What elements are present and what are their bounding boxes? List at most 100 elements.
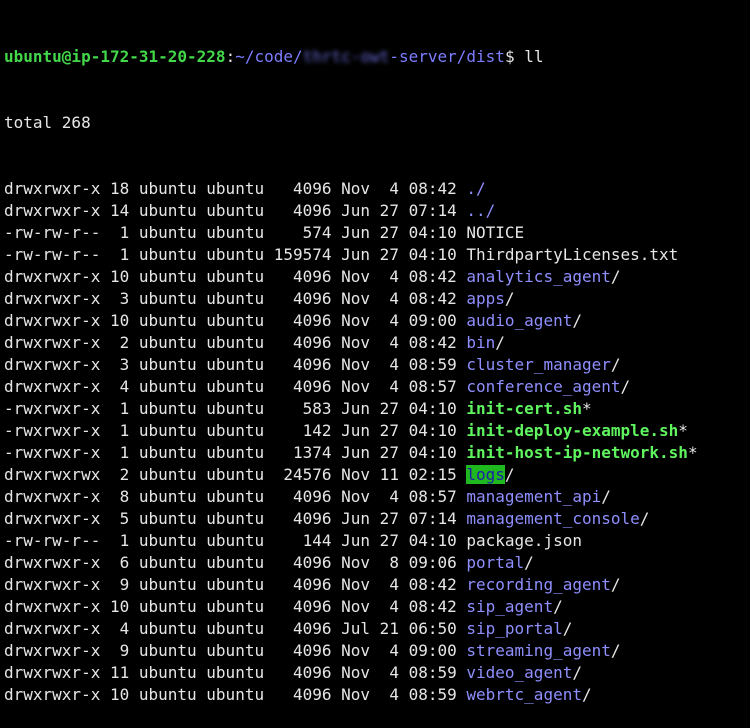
listing-row: drwxrwxr-x 11 ubuntu ubuntu 4096 Nov 4 0… (4, 662, 750, 684)
entry-type-suffix: / (610, 575, 621, 594)
entry-metadata: -rwxrwxr-x 1 ubuntu ubuntu 1374 Jun 27 0… (4, 443, 467, 462)
entry-name: ThirdpartyLicenses.txt (466, 245, 679, 264)
entry-name: logs (466, 465, 505, 484)
entry-type-suffix: / (639, 509, 650, 528)
listing-row: drwxrwxr-x 9 ubuntu ubuntu 4096 Nov 4 08… (4, 574, 750, 596)
entry-type-suffix: * (581, 399, 592, 418)
entry-metadata: -rwxrwxr-x 1 ubuntu ubuntu 583 Jun 27 04… (4, 399, 467, 418)
entry-metadata: drwxrwxr-x 10 ubuntu ubuntu 4096 Nov 4 0… (4, 267, 467, 286)
entry-name: streaming_agent (466, 641, 611, 660)
prompt-command: ll (524, 47, 544, 66)
entry-metadata: drwxrwxr-x 8 ubuntu ubuntu 4096 Nov 4 08… (4, 487, 467, 506)
entry-metadata: drwxrwxr-x 3 ubuntu ubuntu 4096 Nov 4 08… (4, 289, 467, 308)
listing-row: -rwxrwxr-x 1 ubuntu ubuntu 1374 Jun 27 0… (4, 442, 750, 464)
entry-name: package.json (466, 531, 582, 550)
entry-metadata: -rwxrwxr-x 1 ubuntu ubuntu 142 Jun 27 04… (4, 421, 467, 440)
entry-metadata: drwxrwxr-x 18 ubuntu ubuntu 4096 Nov 4 0… (4, 179, 467, 198)
entry-type-suffix: / (562, 619, 573, 638)
prompt-user-host: ubuntu@ip-172-31-20-228 (4, 47, 226, 66)
entry-type-suffix: / (572, 663, 582, 682)
entry-metadata: -rw-rw-r-- 1 ubuntu ubuntu 144 Jun 27 04… (4, 531, 467, 550)
listing-row: -rwxrwxr-x 1 ubuntu ubuntu 142 Jun 27 04… (4, 420, 750, 442)
entry-name: apps (466, 289, 505, 308)
total-line: total 268 (4, 113, 91, 132)
listing-row: drwxrwxr-x 3 ubuntu ubuntu 4096 Nov 4 08… (4, 354, 750, 376)
listing-row: -rwxrwxr-x 1 ubuntu ubuntu 583 Jun 27 04… (4, 398, 750, 420)
entry-metadata: -rw-rw-r-- 1 ubuntu ubuntu 574 Jun 27 04… (4, 223, 467, 242)
entry-name: webrtc_agent (466, 685, 582, 704)
entry-type-suffix: / (495, 333, 505, 352)
listing-row: drwxrwxr-x 10 ubuntu ubuntu 4096 Nov 4 0… (4, 266, 750, 288)
entry-name: ../ (466, 201, 496, 220)
prompt-path-suffix: -server/dist (389, 47, 505, 66)
entry-metadata: drwxrwxr-x 3 ubuntu ubuntu 4096 Nov 4 08… (4, 355, 467, 374)
entry-name: init-deploy-example.sh (466, 421, 679, 440)
entry-type-suffix: / (620, 377, 631, 396)
entry-type-suffix: / (610, 641, 621, 660)
entry-metadata: drwxrwxrwx 2 ubuntu ubuntu 24576 Nov 11 … (4, 465, 467, 484)
entry-type-suffix: / (610, 267, 621, 286)
entry-name: cluster_manager (466, 355, 611, 374)
directory-listing: drwxrwxr-x 18 ubuntu ubuntu 4096 Nov 4 0… (4, 178, 750, 706)
prompt-path-redacted: thrtc-owt (302, 47, 390, 66)
entry-name: analytics_agent (466, 267, 611, 286)
listing-row: drwxrwxr-x 5 ubuntu ubuntu 4096 Jun 27 0… (4, 508, 750, 530)
entry-metadata: drwxrwxr-x 14 ubuntu ubuntu 4096 Jun 27 … (4, 201, 467, 220)
entry-name: conference_agent (466, 377, 621, 396)
entry-metadata: drwxrwxr-x 4 ubuntu ubuntu 4096 Jul 21 0… (4, 619, 467, 638)
listing-row: drwxrwxr-x 14 ubuntu ubuntu 4096 Jun 27 … (4, 200, 750, 222)
entry-metadata: drwxrwxr-x 9 ubuntu ubuntu 4096 Nov 4 08… (4, 575, 467, 594)
entry-metadata: drwxrwxr-x 9 ubuntu ubuntu 4096 Nov 4 09… (4, 641, 467, 660)
listing-row: drwxrwxr-x 4 ubuntu ubuntu 4096 Jul 21 0… (4, 618, 750, 640)
listing-row: drwxrwxr-x 10 ubuntu ubuntu 4096 Nov 4 0… (4, 596, 750, 618)
entry-name: init-cert.sh (466, 399, 582, 418)
entry-type-suffix: / (572, 311, 582, 330)
entry-type-suffix: / (504, 289, 515, 308)
entry-type-suffix: / (610, 355, 621, 374)
listing-row: -rw-rw-r-- 1 ubuntu ubuntu 574 Jun 27 04… (4, 222, 750, 244)
listing-row: drwxrwxr-x 9 ubuntu ubuntu 4096 Nov 4 09… (4, 640, 750, 662)
entry-name: sip_agent (466, 597, 554, 616)
entry-name: NOTICE (466, 223, 525, 242)
listing-row: drwxrwxr-x 8 ubuntu ubuntu 4096 Nov 4 08… (4, 486, 750, 508)
entry-name: recording_agent (466, 575, 611, 594)
entry-metadata: drwxrwxr-x 4 ubuntu ubuntu 4096 Nov 4 08… (4, 377, 467, 396)
entry-type-suffix: / (553, 597, 563, 616)
entry-name: portal (466, 553, 525, 572)
prompt-symbol: $ (504, 47, 525, 66)
prompt-line: ubuntu@ip-172-31-20-228:~/code/thrtc-owt… (4, 46, 750, 68)
entry-name: audio_agent (466, 311, 573, 330)
entry-name: video_agent (466, 663, 573, 682)
terminal-window[interactable]: ubuntu@ip-172-31-20-228:~/code/thrtc-owt… (0, 0, 750, 704)
entry-name: sip_portal (466, 619, 563, 638)
entry-name: init-host-ip-network.sh (466, 443, 688, 462)
listing-row: drwxrwxr-x 3 ubuntu ubuntu 4096 Nov 4 08… (4, 288, 750, 310)
entry-name: ./ (466, 179, 486, 198)
listing-row: drwxrwxr-x 10 ubuntu ubuntu 4096 Nov 4 0… (4, 684, 750, 706)
entry-metadata: drwxrwxr-x 2 ubuntu ubuntu 4096 Nov 4 08… (4, 333, 467, 352)
listing-row: drwxrwxr-x 2 ubuntu ubuntu 4096 Nov 4 08… (4, 332, 750, 354)
entry-type-suffix: / (581, 685, 592, 704)
listing-row: -rw-rw-r-- 1 ubuntu ubuntu 144 Jun 27 04… (4, 530, 750, 552)
entry-metadata: drwxrwxr-x 6 ubuntu ubuntu 4096 Nov 8 09… (4, 553, 467, 572)
entry-type-suffix: * (678, 421, 688, 440)
listing-row: drwxrwxr-x 10 ubuntu ubuntu 4096 Nov 4 0… (4, 310, 750, 332)
entry-metadata: drwxrwxr-x 5 ubuntu ubuntu 4096 Jun 27 0… (4, 509, 467, 528)
prompt-path-prefix: ~/code/ (235, 47, 303, 66)
entry-name: management_console (466, 509, 640, 528)
entry-type-suffix: * (687, 443, 698, 462)
listing-row: drwxrwxrwx 2 ubuntu ubuntu 24576 Nov 11 … (4, 464, 750, 486)
entry-name: bin (466, 333, 496, 352)
entry-type-suffix: / (504, 465, 515, 484)
entry-metadata: drwxrwxr-x 10 ubuntu ubuntu 4096 Nov 4 0… (4, 597, 467, 616)
entry-type-suffix: / (524, 553, 534, 572)
entry-metadata: drwxrwxr-x 11 ubuntu ubuntu 4096 Nov 4 0… (4, 663, 467, 682)
prompt-separator: : (225, 47, 236, 66)
listing-row: drwxrwxr-x 4 ubuntu ubuntu 4096 Nov 4 08… (4, 376, 750, 398)
entry-name: management_api (466, 487, 602, 506)
listing-row: -rw-rw-r-- 1 ubuntu ubuntu 159574 Jun 27… (4, 244, 750, 266)
entry-metadata: drwxrwxr-x 10 ubuntu ubuntu 4096 Nov 4 0… (4, 311, 467, 330)
entry-metadata: -rw-rw-r-- 1 ubuntu ubuntu 159574 Jun 27… (4, 245, 467, 264)
entry-type-suffix: / (601, 487, 611, 506)
listing-row: drwxrwxr-x 18 ubuntu ubuntu 4096 Nov 4 0… (4, 178, 750, 200)
